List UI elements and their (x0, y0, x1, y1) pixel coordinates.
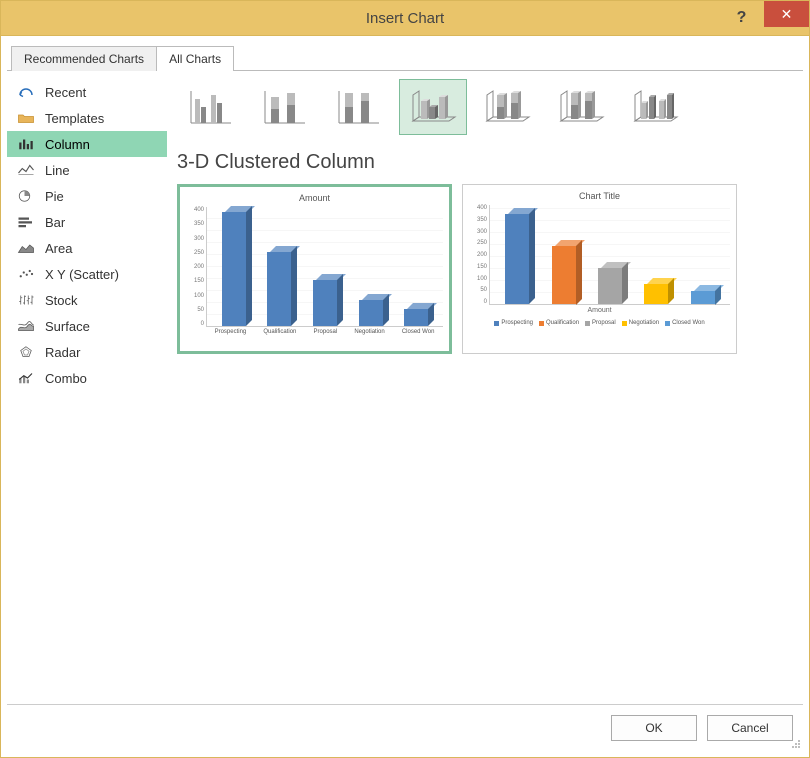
bar-chart-icon (17, 214, 35, 230)
resize-grip-icon[interactable] (791, 739, 801, 749)
y-axis: 050100150200250300350400 (469, 205, 489, 305)
subtype-3d-clustered-column[interactable] (399, 79, 467, 135)
tab-all-charts[interactable]: All Charts (156, 46, 234, 71)
chart-area: 050100150200250300350400 (186, 207, 443, 327)
plot-area (489, 205, 730, 305)
pie-chart-icon (17, 188, 35, 204)
x-axis-title: Amount (469, 307, 730, 314)
sidebar-item-combo[interactable]: Combo (7, 365, 167, 391)
dialog-footer: OK Cancel (7, 704, 803, 751)
sidebar-item-line[interactable]: Line (7, 157, 167, 183)
sidebar-item-column[interactable]: Column (7, 131, 167, 157)
subtype-name: 3-D Clustered Column (177, 151, 793, 174)
sidebar-item-label: X Y (Scatter) (45, 267, 119, 282)
combo-chart-icon (17, 370, 35, 386)
y-axis: 050100150200250300350400 (186, 207, 206, 327)
sidebar-item-label: Pie (45, 189, 64, 204)
sidebar-item-label: Templates (45, 111, 104, 126)
radar-chart-icon (17, 344, 35, 360)
subtype-3d-100-stacked-column[interactable] (547, 79, 615, 135)
subtype-3d-stacked-column[interactable] (473, 79, 541, 135)
sidebar-item-stock[interactable]: Stock (7, 287, 167, 313)
sidebar-item-pie[interactable]: Pie (7, 183, 167, 209)
sidebar-item-templates[interactable]: Templates (7, 105, 167, 131)
column-chart-icon (17, 136, 35, 152)
surface-chart-icon (17, 318, 35, 334)
sidebar-item-label: Combo (45, 371, 87, 386)
ok-button[interactable]: OK (611, 715, 697, 741)
line-chart-icon (17, 162, 35, 178)
sidebar-item-label: Line (45, 163, 70, 178)
sidebar-item-label: Column (45, 137, 90, 152)
sidebar-item-recent[interactable]: Recent (7, 79, 167, 105)
subtype-clustered-column[interactable] (177, 79, 245, 135)
recent-icon (17, 84, 35, 100)
preview-title: Chart Title (469, 191, 730, 201)
sidebar-item-label: Surface (45, 319, 90, 334)
insert-chart-dialog: Insert Chart ? ✕ Recommended Charts All … (0, 0, 810, 758)
legend: ProspectingQualificationProposalNegotiat… (469, 320, 730, 326)
area-chart-icon (17, 240, 35, 256)
stock-chart-icon (17, 292, 35, 308)
chart-preview-2[interactable]: Chart Title 050100150200250300350400 Amo… (462, 184, 737, 354)
subtype-3d-column[interactable] (621, 79, 689, 135)
sidebar-item-surface[interactable]: Surface (7, 313, 167, 339)
tab-recommended-charts[interactable]: Recommended Charts (11, 46, 157, 71)
window-controls: ? ✕ (719, 1, 809, 35)
help-button[interactable]: ? (719, 1, 764, 35)
sidebar-item-label: Radar (45, 345, 80, 360)
sidebar-item-bar[interactable]: Bar (7, 209, 167, 235)
sidebar-item-label: Recent (45, 85, 86, 100)
chart-preview-1[interactable]: Amount 050100150200250300350400 Prospect… (177, 184, 452, 354)
sidebar-item-label: Area (45, 241, 72, 256)
chart-category-sidebar: Recent Templates Column (7, 71, 167, 704)
sidebar-item-label: Stock (45, 293, 78, 308)
preview-row: Amount 050100150200250300350400 Prospect… (177, 184, 793, 354)
x-axis-labels: ProspectingQualificationProposalNegotiat… (206, 329, 443, 335)
titlebar: Insert Chart ? ✕ (1, 1, 809, 35)
scatter-chart-icon (17, 266, 35, 282)
subtype-gallery (177, 79, 793, 135)
sidebar-item-area[interactable]: Area (7, 235, 167, 261)
sidebar-item-label: Bar (45, 215, 65, 230)
dialog-title: Insert Chart (1, 10, 809, 27)
dialog-body: Recommended Charts All Charts Recent Tem… (1, 35, 809, 757)
content-area: Recent Templates Column (7, 70, 803, 704)
close-button[interactable]: ✕ (764, 1, 809, 27)
plot-area (206, 207, 443, 327)
chart-area: 050100150200250300350400 (469, 205, 730, 305)
sidebar-item-radar[interactable]: Radar (7, 339, 167, 365)
folder-icon (17, 110, 35, 126)
sidebar-item-scatter[interactable]: X Y (Scatter) (7, 261, 167, 287)
preview-title: Amount (186, 193, 443, 203)
cancel-button[interactable]: Cancel (707, 715, 793, 741)
main-panel: 3-D Clustered Column Amount 050100150200… (167, 71, 803, 704)
subtype-stacked-column[interactable] (251, 79, 319, 135)
tab-strip: Recommended Charts All Charts (11, 46, 803, 71)
subtype-100-stacked-column[interactable] (325, 79, 393, 135)
